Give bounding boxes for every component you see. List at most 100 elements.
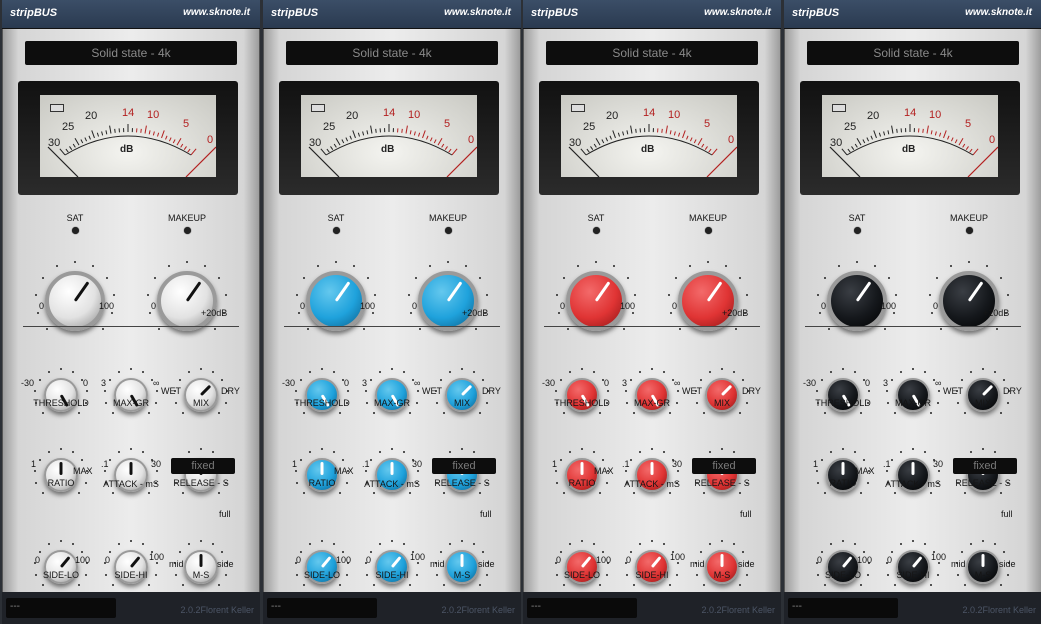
vu-tick	[441, 143, 445, 148]
vu-tick	[661, 128, 663, 133]
vu-tick	[854, 143, 858, 148]
vu-tick	[870, 135, 873, 140]
knob-tick	[556, 574, 559, 577]
knob-tick	[853, 370, 856, 373]
knob-tick	[379, 450, 382, 453]
vu-tick	[429, 137, 433, 142]
knob-tick	[559, 550, 562, 553]
knob-tick	[893, 584, 896, 587]
vu-needle	[829, 146, 861, 177]
side-lo-min-label: 0	[817, 555, 823, 565]
knob-tick	[369, 378, 372, 381]
knob-tick	[178, 550, 181, 553]
knob-tick	[562, 412, 565, 415]
vendor-link[interactable]: www.sknote.it	[183, 7, 250, 18]
knob-tick	[391, 368, 393, 370]
makeup-knob[interactable]	[939, 271, 999, 331]
vu-tick	[943, 130, 947, 139]
version-number: 2.0.2	[962, 605, 983, 615]
release-mode-button[interactable]: fixed	[692, 458, 756, 474]
knob-tick	[669, 584, 672, 587]
vu-tick	[947, 135, 950, 140]
knob-tick	[485, 293, 488, 296]
attack-knob-pointer	[390, 462, 394, 475]
vu-tick	[91, 130, 95, 139]
knob-tick	[559, 378, 562, 381]
makeup-max-label: +20dB	[462, 308, 489, 318]
release-mode-button[interactable]: fixed	[432, 458, 496, 474]
sat-knob[interactable]	[306, 271, 366, 331]
mix-knob-pointer	[199, 384, 212, 397]
attack-label: ATTACK - mS	[364, 479, 420, 489]
vu-tick	[172, 139, 176, 144]
knob-tick	[408, 293, 411, 296]
sat-knob[interactable]	[827, 271, 887, 331]
knob-tick	[820, 458, 823, 461]
knob-tick	[130, 368, 132, 370]
vu-tick	[437, 137, 443, 146]
side-hi-max-label: 100	[670, 552, 686, 562]
sat-knob[interactable]	[45, 271, 105, 331]
knob-tick	[930, 412, 933, 415]
vu-tick	[433, 139, 437, 144]
preset-display[interactable]: Solid state - 4k	[546, 41, 758, 65]
knob-tick	[111, 584, 114, 587]
ratio-max-label: MAX	[594, 466, 614, 476]
knob-tick	[982, 368, 984, 370]
attack-min-label: .1	[622, 459, 630, 469]
vu-tick	[165, 135, 168, 140]
knob-tick	[34, 469, 37, 472]
release-mode-button[interactable]: fixed	[953, 458, 1017, 474]
ratio-min-label: 1	[31, 459, 37, 469]
knob-tick	[335, 261, 337, 263]
knob-tick	[299, 550, 302, 553]
makeup-knob[interactable]	[678, 271, 738, 331]
knob-tick	[745, 293, 748, 296]
knob-tick	[379, 542, 382, 545]
knob-tick	[632, 492, 635, 495]
vu-tick	[187, 148, 191, 153]
sat-min-label: 0	[821, 301, 827, 311]
knob-tick	[982, 448, 984, 450]
sat-label: SAT	[848, 213, 866, 223]
knob-tick	[816, 469, 819, 472]
knob-tick	[188, 542, 191, 545]
knob-tick	[999, 277, 1002, 280]
plugin-panel-white: stripBUS www.sknote.it Solid state - 4k 30 2…	[2, 0, 260, 624]
makeup-min-label: 0	[151, 301, 157, 311]
knob-tick	[46, 327, 49, 330]
vu-tick	[69, 146, 73, 151]
knob-tick	[625, 469, 628, 472]
knob-tick	[742, 550, 745, 553]
vendor-link[interactable]: www.sknote.it	[965, 7, 1032, 18]
knob-tick	[442, 492, 445, 495]
ms-full-label: full	[1001, 509, 1013, 519]
knob-tick	[860, 412, 863, 415]
vendor-link[interactable]: www.sknote.it	[444, 7, 511, 18]
makeup-knob[interactable]	[157, 271, 217, 331]
preset-display[interactable]: Solid state - 4k	[286, 41, 498, 65]
sat-label: SAT	[66, 213, 84, 223]
vu-tick	[609, 135, 612, 140]
knob-tick	[302, 584, 305, 587]
knob-tick	[402, 542, 405, 545]
vu-tick	[701, 143, 705, 148]
vendor-link[interactable]: www.sknote.it	[704, 7, 771, 18]
knob-tick	[307, 327, 310, 330]
knob-tick	[669, 492, 672, 495]
makeup-knob[interactable]	[418, 271, 478, 331]
vu-tick	[856, 137, 862, 146]
ratio-min-label: 1	[552, 459, 558, 469]
release-mode-button[interactable]: fixed	[171, 458, 235, 474]
preset-display[interactable]: Solid state - 4k	[807, 41, 1019, 65]
knob-tick	[71, 370, 74, 373]
threshold-min-label: -30	[803, 378, 817, 388]
sat-knob[interactable]	[566, 271, 626, 331]
knob-tick	[104, 389, 107, 392]
preset-display[interactable]: Solid state - 4k	[25, 41, 237, 65]
knob-tick	[218, 492, 221, 495]
vu-meter-face: 30 25 20 14 10 5 0 dB	[822, 95, 998, 177]
sat-max-label: 100	[99, 301, 115, 311]
ratio-label: RATIO	[829, 478, 857, 488]
knob-tick	[830, 370, 833, 373]
